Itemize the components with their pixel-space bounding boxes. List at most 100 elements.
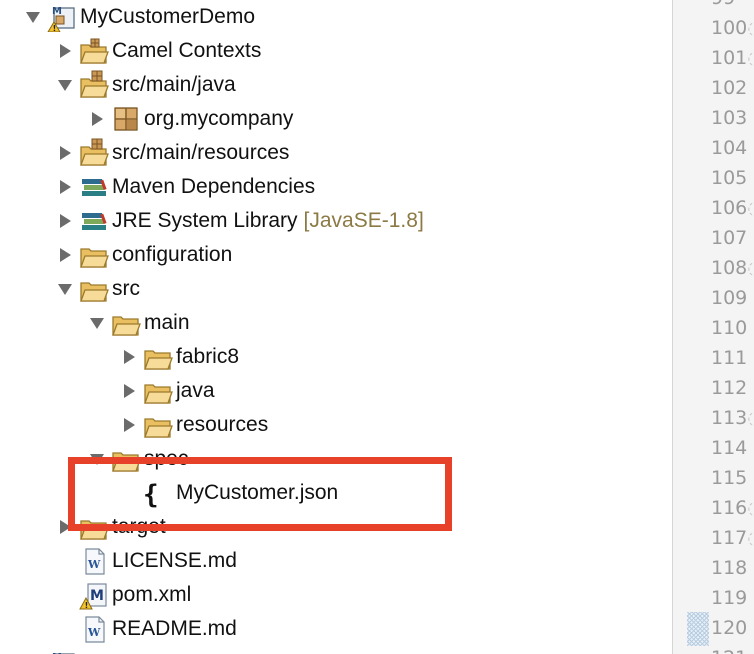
library-icon	[78, 204, 110, 238]
line-number: 116◌	[711, 493, 754, 523]
tree-item-readme-md[interactable]: W README.md	[54, 612, 237, 646]
tree-item-label: java	[176, 379, 215, 402]
line-number: 113◌	[711, 403, 754, 433]
svg-text:!: !	[85, 601, 89, 610]
collapsed-triangle-icon[interactable]	[118, 374, 140, 408]
library-icon	[78, 170, 110, 204]
line-number: 117◌	[711, 523, 754, 553]
tree-item-label: JRE System Library	[112, 209, 298, 232]
tree-item-label: resources	[176, 413, 269, 436]
tree-item-label: src/main/resources	[112, 141, 290, 164]
tree-item-main[interactable]: main	[86, 306, 190, 340]
maven-pom-warning-icon: M!	[78, 578, 110, 612]
tree-item-project[interactable]: M! MyCustomerDemo	[22, 0, 255, 34]
tree-item-label: LICENSE.md	[112, 549, 237, 572]
tree-item-org-mycompany[interactable]: org.mycompany	[86, 102, 293, 136]
line-marker-icon: ◌	[747, 497, 754, 519]
folder-icon	[78, 272, 110, 306]
line-marker-icon: ◌	[747, 47, 754, 69]
collapsed-triangle-icon[interactable]	[118, 408, 140, 442]
maven-project-icon: M!	[46, 646, 78, 654]
tree-item-label: main	[144, 311, 190, 334]
package-icon	[110, 102, 142, 136]
tree-item-decoration: [JavaSE-1.8]	[303, 209, 424, 232]
line-number: 101◌	[711, 43, 754, 73]
collapsed-triangle-icon[interactable]	[54, 136, 76, 170]
tree-item-label: README.md	[112, 617, 237, 640]
line-number: 99	[711, 0, 735, 13]
current-line-marker	[687, 612, 709, 646]
tree-item-jre-system-library[interactable]: JRE System Library [JavaSE-1.8]	[54, 204, 424, 238]
folder-icon	[142, 408, 174, 442]
collapsed-triangle-icon[interactable]	[54, 170, 76, 204]
document-icon: W	[78, 544, 110, 578]
line-number: 119	[711, 587, 748, 609]
collapsed-triangle-icon[interactable]	[86, 102, 108, 136]
tree-item-camel-contexts[interactable]: Camel Contexts	[54, 34, 261, 68]
svg-text:M: M	[90, 588, 104, 604]
collapsed-triangle-icon[interactable]	[54, 34, 76, 68]
line-number: 111	[711, 347, 748, 369]
highlight-annotation-box	[68, 457, 452, 531]
tree-item-fabric8[interactable]: fabric8	[118, 340, 239, 374]
tree-item-java[interactable]: java	[118, 374, 215, 408]
line-number: 107	[711, 227, 748, 249]
tree-item-label: configuration	[112, 243, 233, 266]
line-marker-icon: ◌	[747, 407, 754, 429]
line-number: 121	[711, 643, 747, 654]
tree-item-maven-dependencies[interactable]: Maven Dependencies	[54, 170, 315, 204]
svg-text:M: M	[52, 6, 62, 17]
tree-item-label: MyCustomerDemo	[80, 5, 256, 28]
no-toggle	[54, 578, 76, 612]
collapsed-triangle-icon[interactable]	[54, 204, 76, 238]
line-marker-icon: ◌	[747, 257, 754, 279]
line-marker-icon: ◌	[747, 17, 754, 39]
tree-item-pom-xml[interactable]: M! pom.xml	[54, 578, 191, 612]
svg-text:!: !	[53, 24, 57, 32]
tree-item-label: Camel Contexts	[112, 39, 262, 62]
line-number: 110	[711, 317, 748, 339]
source-folder-icon	[78, 136, 110, 170]
expanded-triangle-icon[interactable]	[54, 272, 76, 306]
line-number: 106◌	[711, 193, 754, 223]
tree-item-next-project[interactable]: M!	[22, 646, 80, 654]
document-icon: W	[78, 612, 110, 646]
expanded-triangle-icon[interactable]	[22, 0, 44, 34]
maven-project-icon: M!	[46, 0, 78, 34]
collapsed-triangle-icon[interactable]	[118, 340, 140, 374]
tree-item-resources[interactable]: resources	[118, 408, 268, 442]
line-number: 105	[711, 167, 748, 189]
tree-item-label: Maven Dependencies	[112, 175, 316, 198]
tree-item-license-md[interactable]: W LICENSE.md	[54, 544, 237, 578]
tree-item-configuration[interactable]: configuration	[54, 238, 232, 272]
tree-item-src[interactable]: src	[54, 272, 140, 306]
folder-icon	[142, 374, 174, 408]
no-toggle	[54, 612, 76, 646]
expanded-triangle-icon[interactable]	[54, 68, 76, 102]
collapsed-triangle-icon[interactable]	[54, 238, 76, 272]
line-number: 115	[711, 467, 748, 489]
folder-icon	[110, 306, 142, 340]
line-marker-icon: ◌	[747, 197, 754, 219]
folder-package-icon	[78, 34, 110, 68]
line-number: 118	[711, 557, 748, 579]
expanded-triangle-icon[interactable]	[86, 306, 108, 340]
no-toggle	[54, 544, 76, 578]
line-number: 100◌	[711, 13, 754, 43]
tree-item-label: pom.xml	[112, 583, 192, 606]
tree-item-label: src	[112, 277, 140, 300]
source-folder-icon	[78, 68, 110, 102]
line-number: 109	[711, 287, 748, 309]
tree-item-src-main-java[interactable]: src/main/java	[54, 68, 236, 102]
folder-icon	[78, 238, 110, 272]
tree-item-src-main-resources[interactable]: src/main/resources	[54, 136, 289, 170]
line-number: 103	[711, 107, 748, 129]
tree-item-label: src/main/java	[112, 73, 236, 96]
line-number: 120	[711, 617, 748, 639]
collapsed-triangle-icon[interactable]	[22, 646, 44, 654]
project-explorer-tree[interactable]: M! MyCustomerDemo Camel Contexts src/main/j…	[0, 0, 672, 654]
line-marker-icon: ◌	[747, 527, 754, 549]
svg-text:W: W	[87, 626, 101, 639]
tree-item-label: org.mycompany	[144, 107, 294, 130]
line-number: 102	[711, 77, 748, 99]
